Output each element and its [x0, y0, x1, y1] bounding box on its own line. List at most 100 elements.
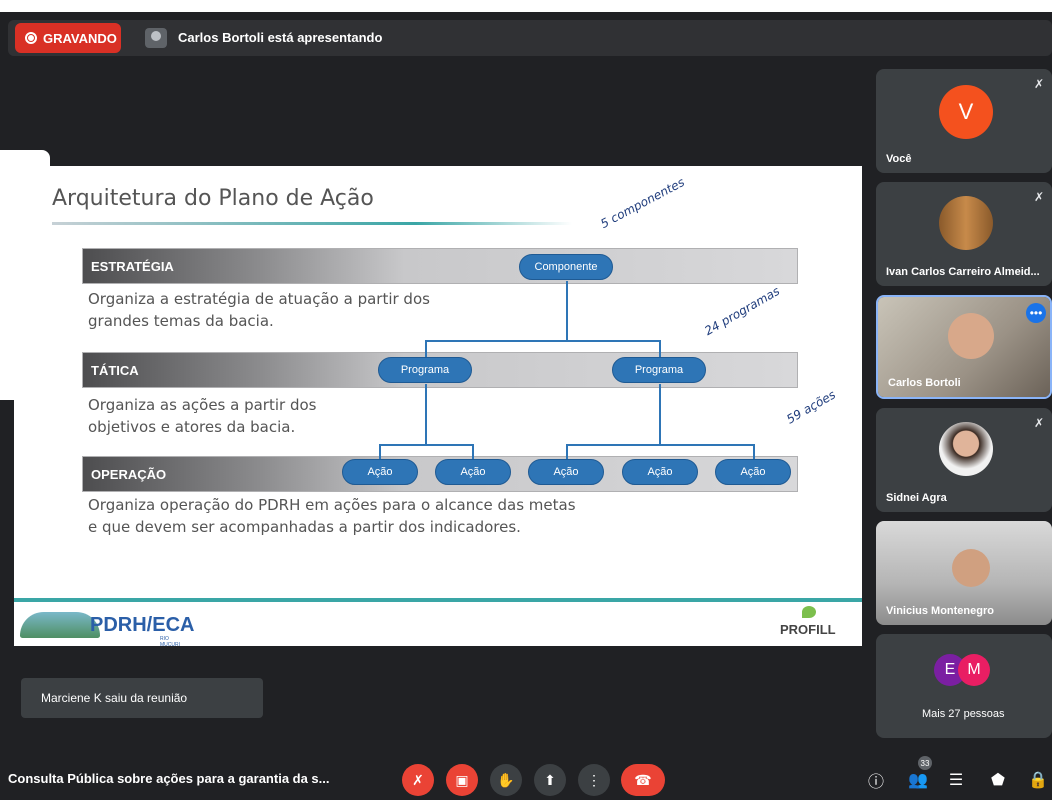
node-acao: Ação — [435, 459, 511, 485]
avatar: V — [939, 85, 993, 139]
mic-off-icon: ✗ — [412, 771, 424, 788]
band-label: OPERAÇÃO — [91, 467, 167, 482]
participant-tile[interactable]: V ✗ Você — [876, 69, 1052, 173]
logo-text: PROFILL — [780, 622, 836, 637]
browser-top-strip — [0, 0, 1052, 12]
meeting-title[interactable]: Consulta Pública sobre ações para a gara… — [8, 771, 330, 786]
meeting-details-button[interactable]: ⓘ — [862, 766, 890, 794]
hang-up-icon: ☎ — [634, 771, 652, 788]
info-icon: ⓘ — [867, 774, 884, 791]
connector — [425, 340, 427, 358]
pdrh-eca-logo: PDRH/ECA RIO MUCURI — [20, 606, 194, 648]
present-button[interactable]: ⬆ — [534, 764, 566, 796]
participant-name: Vinicius Montenegro — [886, 605, 994, 617]
chat-icon: ☰ — [948, 772, 964, 789]
more-people-label: Mais 27 pessoas — [922, 708, 1005, 720]
connector — [379, 444, 381, 460]
hand-icon: ✋ — [497, 771, 515, 788]
more-participants-tile[interactable]: E M Mais 27 pessoas — [876, 634, 1052, 738]
desc-line: Organiza a estratégia de atuação a parti… — [88, 290, 430, 308]
connector — [425, 384, 427, 444]
connector — [659, 340, 661, 358]
connector — [472, 444, 474, 460]
host-controls-button[interactable]: 🔒 — [1024, 766, 1052, 794]
avatar — [939, 196, 993, 250]
annotation-acoes: 59 ações — [784, 387, 838, 427]
band-estrategia: ESTRATÉGIA — [82, 248, 798, 284]
recording-indicator[interactable]: GRAVANDO — [15, 23, 121, 53]
logo-subtext: RIO MUCURI — [160, 636, 180, 648]
more-options-button[interactable]: ⋮ — [578, 764, 610, 796]
desc-line: grandes temas da bacia. — [88, 312, 274, 330]
camera-off-icon: ▣ — [455, 771, 469, 788]
participant-name: Você — [886, 153, 912, 165]
participant-tile[interactable]: ••• Carlos Bortoli — [876, 295, 1052, 399]
mic-off-icon: ✗ — [1033, 190, 1044, 204]
landscape-graphic — [20, 612, 100, 638]
node-componente: Componente — [519, 254, 613, 280]
profill-logo: PROFILL — [780, 606, 840, 642]
node-acao: Ação — [528, 459, 604, 485]
camera-off-button[interactable]: ▣ — [446, 764, 478, 796]
connector — [566, 444, 754, 446]
desc-line: objetivos e atores da bacia. — [88, 418, 296, 436]
participant-tile[interactable]: ✗ Sidnei Agra — [876, 408, 1052, 512]
slide-title: Arquitetura do Plano de Ação — [52, 186, 374, 211]
activities-button[interactable]: ⬟ — [984, 766, 1012, 794]
leaf-icon — [802, 606, 816, 618]
desc-line: Organiza operação do PDRH em ações para … — [88, 496, 576, 514]
participant-face — [948, 313, 994, 359]
participant-tile[interactable]: Vinicius Montenegro — [876, 521, 1052, 625]
people-count-badge: 33 — [918, 756, 932, 770]
title-underline — [52, 222, 572, 225]
band-label: ESTRATÉGIA — [91, 259, 174, 274]
node-programa: Programa — [612, 357, 706, 383]
activities-icon: ⬟ — [991, 772, 1005, 789]
node-acao: Ação — [342, 459, 418, 485]
desc-estrategia: Organiza a estratégia de atuação a parti… — [88, 288, 430, 332]
avatar: M — [958, 654, 990, 686]
people-icon: 👥 — [908, 772, 928, 789]
people-button[interactable]: 👥 — [904, 766, 932, 794]
desc-line: e que devem ser acompanhadas a partir do… — [88, 518, 521, 536]
annotation-componentes: 5 componentes — [598, 174, 687, 232]
connector — [753, 444, 755, 460]
raise-hand-button[interactable]: ✋ — [490, 764, 522, 796]
participant-face — [952, 549, 990, 587]
participant-name: Ivan Carlos Carreiro Almeid... — [886, 266, 1040, 278]
desc-tatica: Organiza as ações a partir dos objetivos … — [88, 394, 316, 438]
participant-name: Carlos Bortoli — [888, 377, 961, 389]
band-label: TÁTICA — [91, 363, 139, 378]
leave-call-button[interactable]: ☎ — [621, 764, 665, 796]
more-options-icon[interactable]: ••• — [1026, 303, 1046, 323]
chat-button[interactable]: ☰ — [942, 766, 970, 794]
node-acao: Ação — [715, 459, 791, 485]
mic-off-icon: ✗ — [1033, 416, 1044, 430]
presenter-text: Carlos Bortoli está apresentando — [178, 30, 383, 45]
record-icon — [25, 32, 37, 44]
shared-slide: Arquitetura do Plano de Ação ESTRATÉGIA … — [14, 166, 862, 648]
connector — [425, 340, 661, 342]
footer-line — [14, 598, 862, 602]
desc-operacao: Organiza operação do PDRH em ações para … — [88, 494, 576, 538]
connector — [566, 444, 568, 460]
desc-line: Organiza as ações a partir dos — [88, 396, 317, 414]
connector — [659, 384, 661, 444]
annotation-programas: 24 programas — [702, 283, 783, 339]
participant-tile[interactable]: ✗ Ivan Carlos Carreiro Almeid... — [876, 182, 1052, 286]
present-icon: ⬆ — [544, 771, 556, 788]
logo-text: PDRH/ECA — [90, 614, 195, 636]
presenter-avatar — [145, 28, 167, 48]
mic-off-button[interactable]: ✗ — [402, 764, 434, 796]
connector — [379, 444, 473, 446]
lock-shield-icon: 🔒 — [1028, 772, 1048, 789]
connector — [566, 281, 568, 341]
more-vert-icon: ⋮ — [587, 771, 601, 788]
node-acao: Ação — [622, 459, 698, 485]
node-programa: Programa — [378, 357, 472, 383]
mic-off-icon: ✗ — [1033, 77, 1044, 91]
notification-toast: Marciene K saiu da reunião — [21, 678, 263, 718]
avatar — [939, 422, 993, 476]
participant-name: Sidnei Agra — [886, 492, 947, 504]
recording-label: GRAVANDO — [43, 30, 117, 46]
